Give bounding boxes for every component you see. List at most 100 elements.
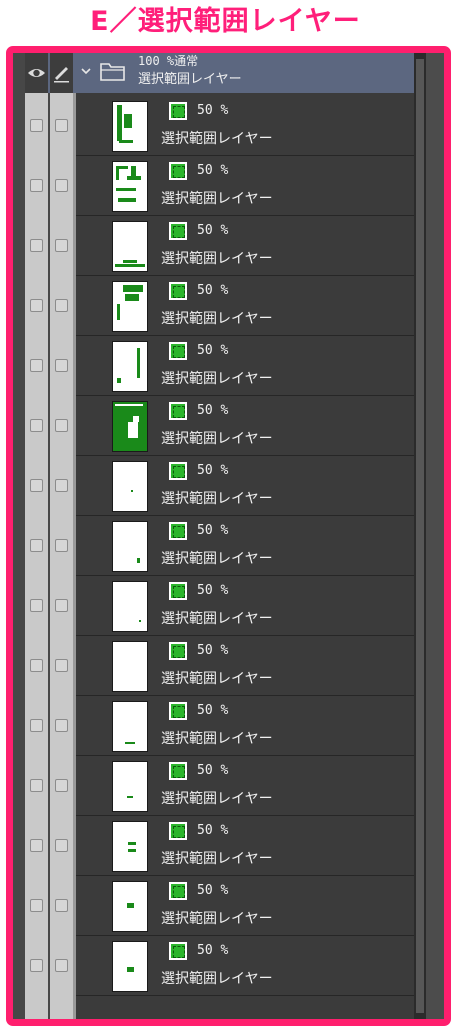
edit-lock-checkbox[interactable]: [55, 539, 68, 552]
layer-name: 選択範囲レイヤー: [161, 131, 273, 147]
selection-layer-icon: [169, 222, 187, 240]
layer-row[interactable]: 50 % 選択範囲レイヤー: [25, 276, 414, 336]
highlight-frame: 100 %通常 選択範囲レイヤー 50 % 選択範囲レイヤー 50 % 選択範囲…: [6, 46, 451, 1026]
visibility-checkbox[interactable]: [30, 539, 43, 552]
layer-opacity: 50 %: [197, 703, 229, 718]
layer-thumbnail: [112, 641, 148, 692]
layer-panel: 100 %通常 選択範囲レイヤー 50 % 選択範囲レイヤー 50 % 選択範囲…: [13, 53, 444, 1019]
folder-header-row[interactable]: 100 %通常 選択範囲レイヤー: [25, 53, 414, 93]
layer-thumbnail: [112, 221, 148, 272]
selection-layer-icon: [169, 882, 187, 900]
layer-name: 選択範囲レイヤー: [161, 671, 273, 687]
visibility-checkbox[interactable]: [30, 479, 43, 492]
edit-lock-checkbox[interactable]: [55, 599, 68, 612]
layer-thumbnail: [112, 401, 148, 452]
edit-lock-checkbox[interactable]: [55, 479, 68, 492]
selection-layer-icon: [169, 342, 187, 360]
layer-name: 選択範囲レイヤー: [161, 431, 273, 447]
folder-opacity-mode: 100 %通常: [138, 54, 199, 68]
layer-row[interactable]: 50 % 選択範囲レイヤー: [25, 156, 414, 216]
edit-lock-checkbox[interactable]: [55, 119, 68, 132]
layer-name: 選択範囲レイヤー: [161, 491, 273, 507]
layer-row[interactable]: 50 % 選択範囲レイヤー: [25, 696, 414, 756]
edit-lock-checkbox[interactable]: [55, 659, 68, 672]
layer-row[interactable]: 50 % 選択範囲レイヤー: [25, 456, 414, 516]
eye-header[interactable]: [25, 53, 48, 93]
edit-lock-checkbox[interactable]: [55, 419, 68, 432]
visibility-checkbox[interactable]: [30, 599, 43, 612]
layer-opacity: 50 %: [197, 943, 229, 958]
layer-row[interactable]: 50 % 選択範囲レイヤー: [25, 636, 414, 696]
edit-lock-checkbox[interactable]: [55, 839, 68, 852]
visibility-checkbox[interactable]: [30, 119, 43, 132]
selection-layer-icon: [169, 282, 187, 300]
folder-row[interactable]: 100 %通常 選択範囲レイヤー: [76, 53, 414, 93]
chevron-down-icon[interactable]: [80, 65, 92, 77]
layer-row[interactable]: 50 % 選択範囲レイヤー: [25, 876, 414, 936]
selection-layer-icon: [169, 582, 187, 600]
layer-row[interactable]: 50 % 選択範囲レイヤー: [25, 756, 414, 816]
layer-name: 選択範囲レイヤー: [161, 611, 273, 627]
layer-opacity: 50 %: [197, 283, 229, 298]
layer-opacity: 50 %: [197, 163, 229, 178]
edit-lock-checkbox[interactable]: [55, 899, 68, 912]
layer-row[interactable]: 50 % 選択範囲レイヤー: [25, 336, 414, 396]
visibility-checkbox[interactable]: [30, 719, 43, 732]
edit-lock-checkbox[interactable]: [55, 359, 68, 372]
selection-layer-icon: [169, 402, 187, 420]
edit-lock-checkbox[interactable]: [55, 239, 68, 252]
layer-opacity: 50 %: [197, 583, 229, 598]
visibility-checkbox[interactable]: [30, 419, 43, 432]
edit-lock-checkbox[interactable]: [55, 959, 68, 972]
edit-lock-checkbox[interactable]: [55, 719, 68, 732]
selection-layer-icon: [169, 642, 187, 660]
folder-name: 選択範囲レイヤー: [138, 72, 242, 87]
layer-name: 選択範囲レイヤー: [161, 791, 273, 807]
edit-lock-checkbox[interactable]: [55, 179, 68, 192]
visibility-checkbox[interactable]: [30, 959, 43, 972]
layer-thumbnail: [112, 461, 148, 512]
layer-thumbnail: [112, 281, 148, 332]
layer-thumbnail: [112, 941, 148, 992]
scrollbar-thumb[interactable]: [416, 59, 424, 1013]
layer-thumbnail: [112, 821, 148, 872]
layer-row[interactable]: 50 % 選択範囲レイヤー: [25, 216, 414, 276]
page-heading: E／選択範囲レイヤー: [90, 6, 361, 37]
layer-name: 選択範囲レイヤー: [161, 551, 273, 567]
layer-thumbnail: [112, 581, 148, 632]
layer-row[interactable]: 50 % 選択範囲レイヤー: [25, 816, 414, 876]
layer-name: 選択範囲レイヤー: [161, 311, 273, 327]
visibility-checkbox[interactable]: [30, 179, 43, 192]
visibility-checkbox[interactable]: [30, 359, 43, 372]
layer-thumbnail: [112, 521, 148, 572]
layer-thumbnail: [112, 761, 148, 812]
layer-name: 選択範囲レイヤー: [161, 911, 273, 927]
eye-icon: [28, 69, 45, 77]
layer-opacity: 50 %: [197, 463, 229, 478]
layer-opacity: 50 %: [197, 823, 229, 838]
layer-row[interactable]: 50 % 選択範囲レイヤー: [25, 96, 414, 156]
edit-lock-checkbox[interactable]: [55, 779, 68, 792]
edit-lock-checkbox[interactable]: [55, 299, 68, 312]
layer-row[interactable]: 50 % 選択範囲レイヤー: [25, 516, 414, 576]
layer-row[interactable]: 50 % 選択範囲レイヤー: [25, 576, 414, 636]
folder-icon: [100, 63, 125, 81]
layer-thumbnail: [112, 701, 148, 752]
visibility-checkbox[interactable]: [30, 839, 43, 852]
visibility-checkbox[interactable]: [30, 659, 43, 672]
pen-header[interactable]: [50, 53, 73, 93]
visibility-checkbox[interactable]: [30, 899, 43, 912]
layer-opacity: 50 %: [197, 103, 229, 118]
pen-icon: [54, 67, 69, 83]
layer-row[interactable]: 50 % 選択範囲レイヤー: [25, 396, 414, 456]
layer-thumbnail: [112, 161, 148, 212]
layer-thumbnail: [112, 341, 148, 392]
selection-layer-icon: [169, 162, 187, 180]
layer-opacity: 50 %: [197, 223, 229, 238]
layer-row[interactable]: 50 % 選択範囲レイヤー: [25, 936, 414, 996]
layer-opacity: 50 %: [197, 643, 229, 658]
visibility-checkbox[interactable]: [30, 239, 43, 252]
visibility-checkbox[interactable]: [30, 299, 43, 312]
selection-layer-icon: [169, 822, 187, 840]
visibility-checkbox[interactable]: [30, 779, 43, 792]
